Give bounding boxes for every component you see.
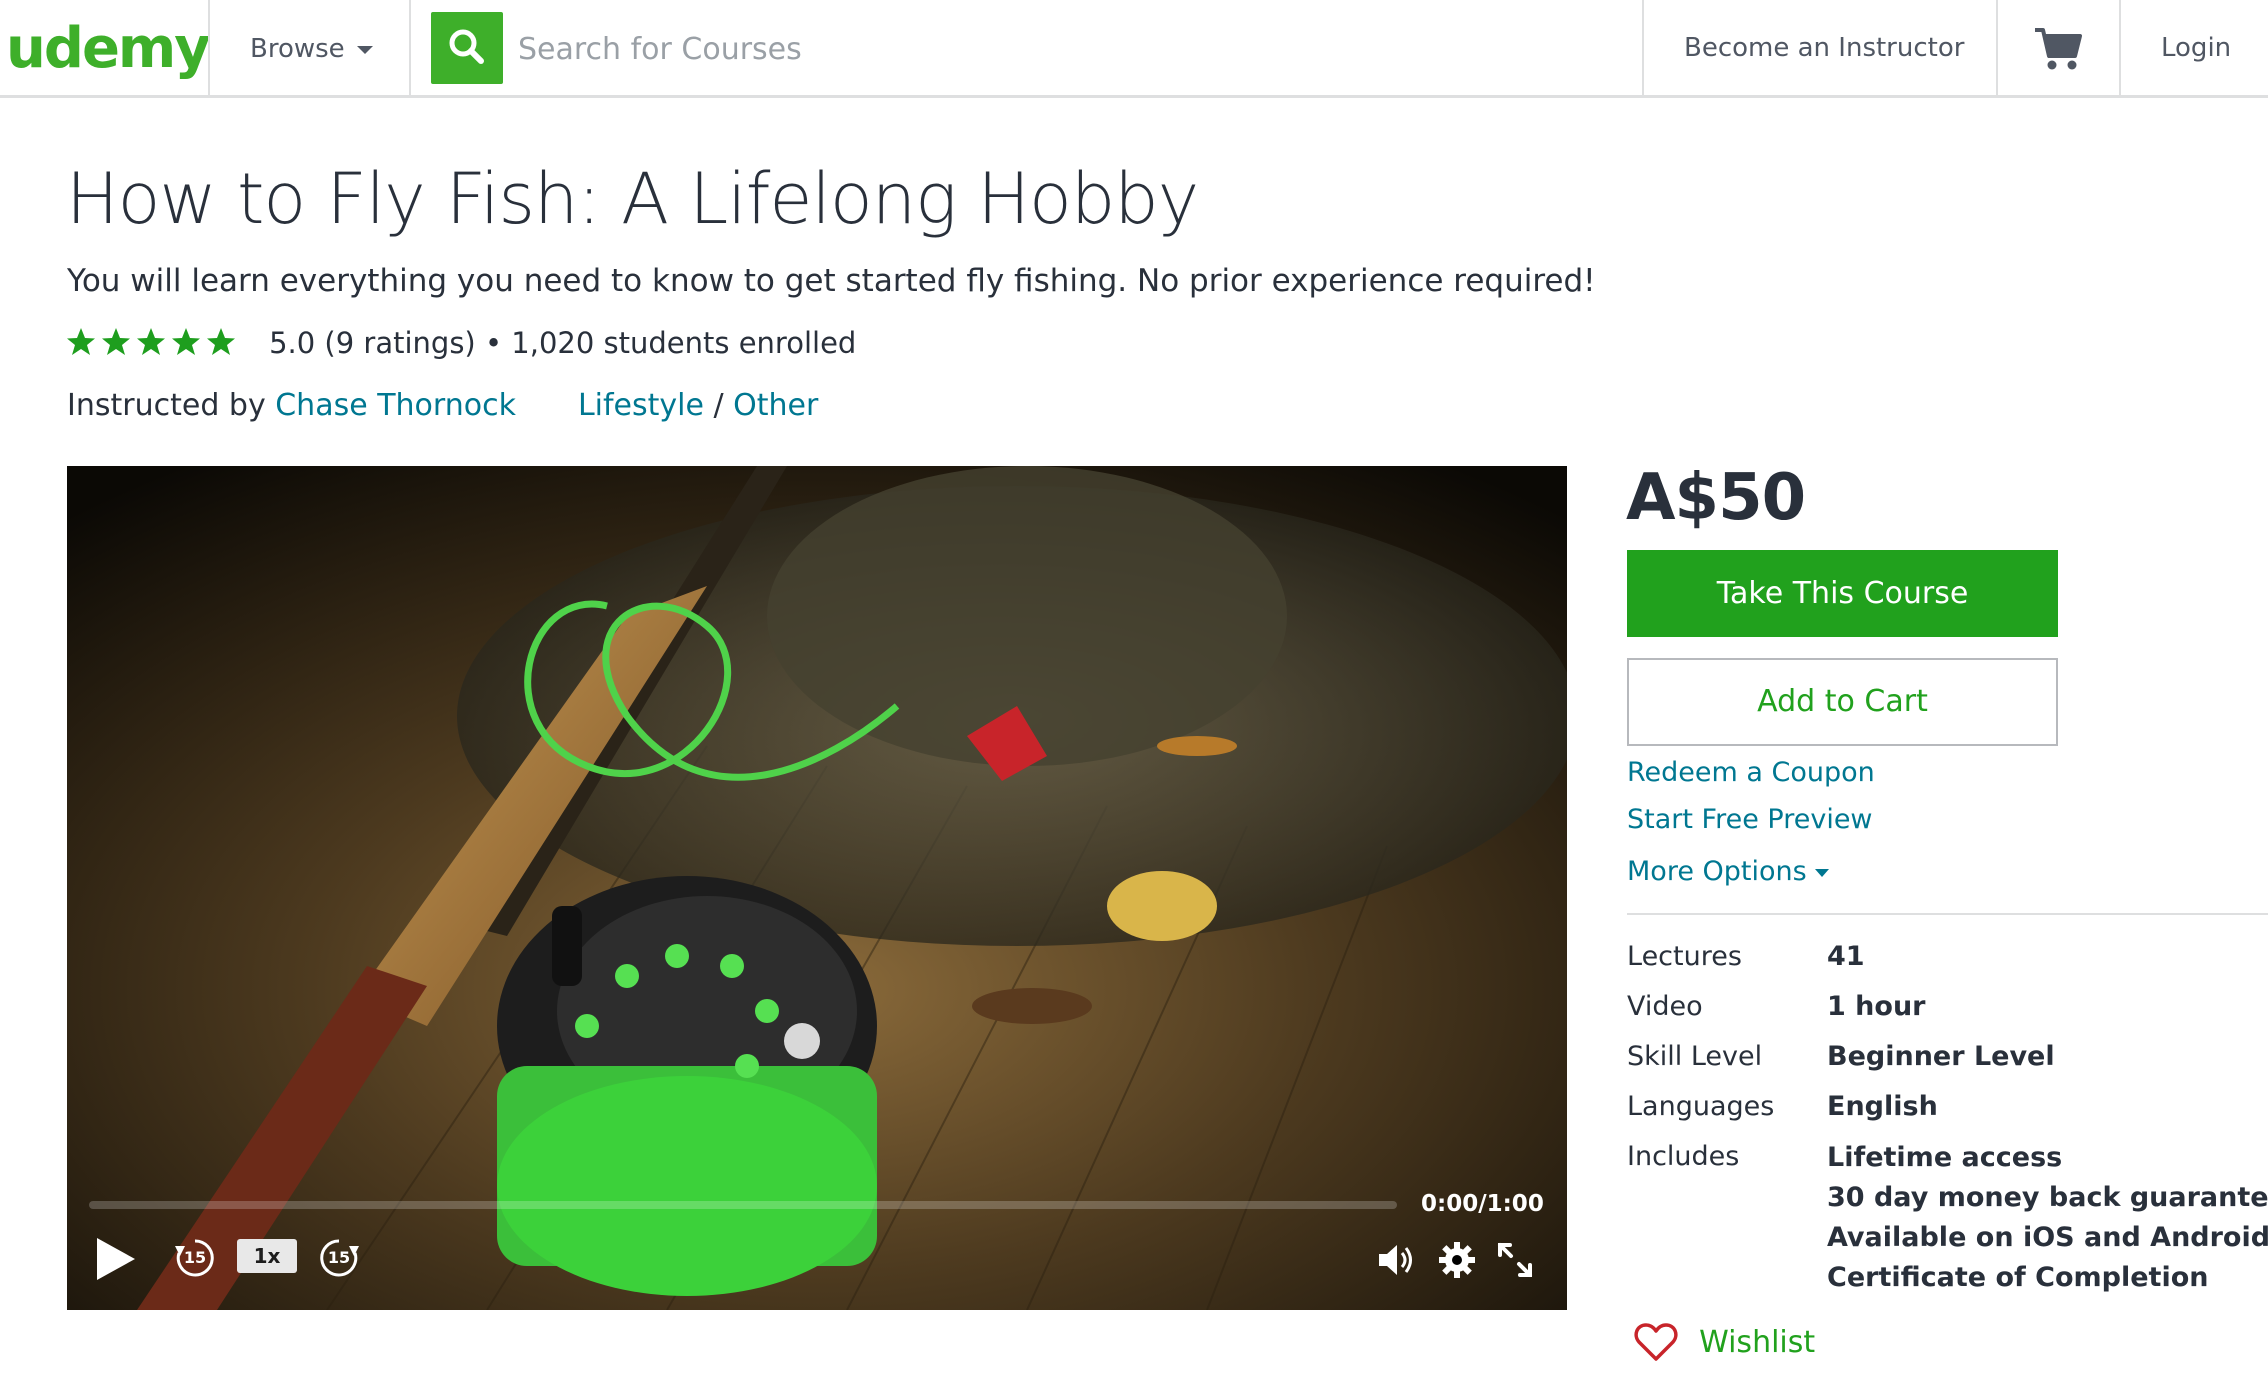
shopping-cart-icon <box>2035 28 2082 70</box>
caret-down-icon <box>356 45 373 54</box>
redeem-coupon-link[interactable]: Redeem a Coupon <box>1627 754 1875 792</box>
more-options-label: More Options <box>1627 856 1807 887</box>
gear-icon[interactable] <box>1437 1240 1477 1280</box>
rating-row: 5.0 (9 ratings) • 1,020 students enrolle… <box>66 322 856 364</box>
star-icon <box>172 328 200 355</box>
category-link-other[interactable]: Other <box>733 388 818 423</box>
rating-summary: 5.0 (9 ratings) • 1,020 students enrolle… <box>269 326 857 360</box>
rewind-seconds: 15 <box>183 1248 207 1267</box>
detail-value: 41 <box>1827 941 1865 972</box>
wishlist-label: Wishlist <box>1699 1324 1816 1360</box>
detail-row-languages: Languages English <box>1627 1088 2268 1138</box>
browse-menu-button[interactable]: Browse <box>250 30 373 68</box>
instructor-name-link[interactable]: Chase Thornock <box>275 388 516 423</box>
star-icon <box>207 328 235 355</box>
volume-icon[interactable] <box>1377 1242 1417 1278</box>
course-price: A$50 <box>1626 461 1806 535</box>
course-subtitle: You will learn everything you need to kn… <box>67 263 1596 299</box>
detail-label: Lectures <box>1627 941 1742 972</box>
detail-row-lectures: Lectures 41 <box>1627 938 2268 988</box>
forward-seconds: 15 <box>327 1248 351 1267</box>
instructed-by-label: Instructed by <box>67 388 276 423</box>
detail-label: Languages <box>1627 1091 1775 1122</box>
nav-divider <box>208 0 210 95</box>
instructor-line: Instructed by Chase Thornock Lifestyle / … <box>67 384 818 428</box>
star-icons <box>67 328 235 355</box>
search-icon <box>449 29 484 64</box>
search-input[interactable] <box>518 20 1618 78</box>
star-icon <box>137 328 165 355</box>
fullscreen-icon[interactable] <box>1495 1240 1535 1280</box>
category-separator: / <box>703 388 734 423</box>
detail-value: English <box>1827 1091 1938 1122</box>
wishlist-button[interactable]: Wishlist <box>1634 1322 1815 1370</box>
udemy-logo[interactable]: udemy <box>6 14 211 84</box>
nav-divider <box>1642 0 1644 95</box>
course-title: How to Fly Fish: A Lifelong Hobby <box>66 158 1199 240</box>
includes-item: 30 day money back guarantee! <box>1827 1182 2268 1213</box>
nav-divider <box>409 0 411 95</box>
take-this-course-button[interactable]: Take This Course <box>1627 550 2058 637</box>
video-thumbnail-image <box>67 466 1567 1310</box>
caret-down-icon <box>1814 868 1829 877</box>
start-free-preview-link[interactable]: Start Free Preview <box>1627 801 1873 839</box>
detail-value: 1 hour <box>1827 991 1926 1022</box>
top-nav: udemy Browse Become an Instructor Login <box>0 0 2268 98</box>
video-time: 0:00/1:00 <box>1421 1191 1544 1217</box>
includes-item: Certificate of Completion <box>1827 1262 2209 1293</box>
video-progress-bar[interactable] <box>89 1201 1397 1209</box>
nav-divider <box>1996 0 1998 95</box>
sidebar-divider <box>1627 913 2268 915</box>
cart-button[interactable] <box>2032 20 2084 76</box>
detail-row-skill-level: Skill Level Beginner Level <box>1627 1038 2268 1088</box>
star-icon <box>102 328 130 355</box>
detail-row-includes: Includes Lifetime access 30 day money ba… <box>1627 1138 2268 1308</box>
detail-row-video: Video 1 hour <box>1627 988 2268 1038</box>
course-details: Lectures 41 Video 1 hour Skill Level Beg… <box>1627 938 2268 1308</box>
star-rating <box>66 327 236 359</box>
play-icon[interactable] <box>95 1236 137 1282</box>
login-link[interactable]: Login <box>2161 28 2231 68</box>
add-to-cart-button[interactable]: Add to Cart <box>1627 658 2058 746</box>
more-options-dropdown[interactable]: More Options <box>1627 853 1829 891</box>
playback-speed-button[interactable]: 1x <box>237 1239 297 1273</box>
detail-label: Includes <box>1627 1141 1740 1172</box>
detail-label: Video <box>1627 991 1703 1022</box>
nav-divider <box>2119 0 2121 95</box>
heart-icon <box>1634 1323 1678 1361</box>
detail-value: Beginner Level <box>1827 1041 2055 1072</box>
includes-item: Lifetime access <box>1827 1142 2063 1173</box>
become-instructor-link[interactable]: Become an Instructor <box>1684 28 1964 68</box>
course-preview-video[interactable]: 0:00/1:00 15 1x 15 <box>67 466 1567 1310</box>
detail-label: Skill Level <box>1627 1041 1763 1072</box>
search-button[interactable] <box>431 12 503 84</box>
category-link-lifestyle[interactable]: Lifestyle <box>578 388 704 423</box>
star-icon <box>67 328 95 355</box>
browse-label: Browse <box>250 34 345 64</box>
includes-item: Available on iOS and Android <box>1827 1222 2268 1253</box>
includes-list: Lifetime access 30 day money back guaran… <box>1827 1138 2268 1298</box>
